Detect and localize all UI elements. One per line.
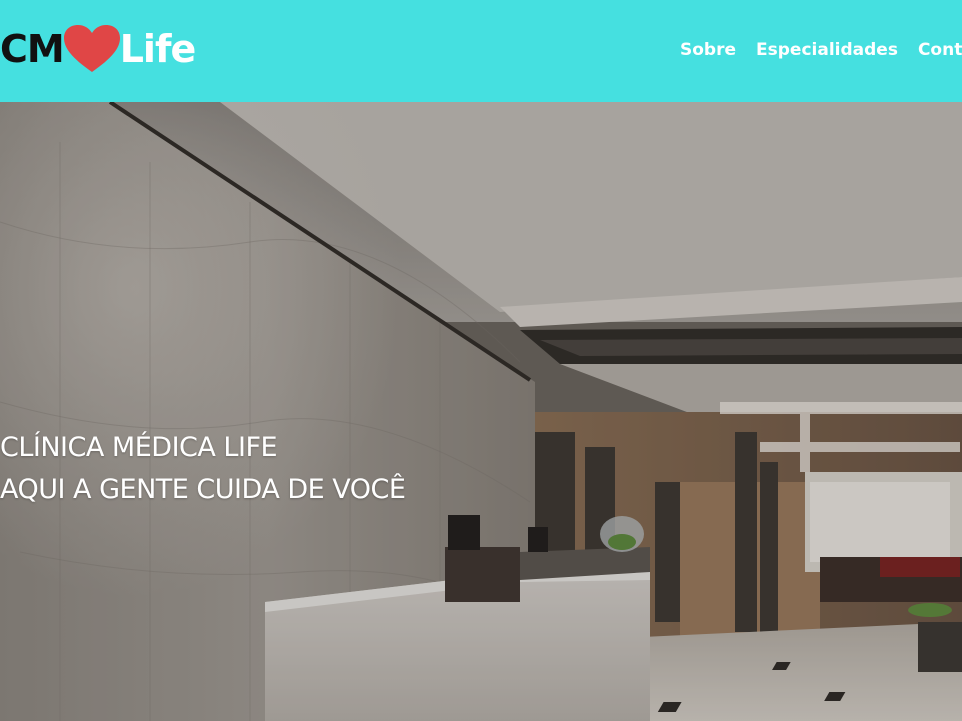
logo[interactable]: CM Life [0,24,197,74]
nav-link-especialidades[interactable]: Especialidades [756,40,898,60]
nav-link-sobre[interactable]: Sobre [680,40,736,60]
logo-text-life: Life [119,27,197,71]
site-header: CM Life Sobre Especialidades Contato [0,0,962,102]
hero-title: CLÍNICA MÉDICA LIFE [0,432,278,463]
page: CLÍNICA MÉDICA LIFE AQUI A GENTE CUIDA D… [0,0,962,721]
nav-link-contato[interactable]: Contato [918,40,962,60]
logo-text-cm: CM [0,27,65,71]
hero-headline: CLÍNICA MÉDICA LIFE AQUI A GENTE CUIDA D… [0,427,406,511]
hero-subtitle: AQUI A GENTE CUIDA DE VOCÊ [0,474,406,505]
main-nav: Sobre Especialidades Contato [680,40,962,60]
heart-icon [62,24,122,74]
hero-overlay [0,102,962,721]
hero-section: CLÍNICA MÉDICA LIFE AQUI A GENTE CUIDA D… [0,102,962,721]
